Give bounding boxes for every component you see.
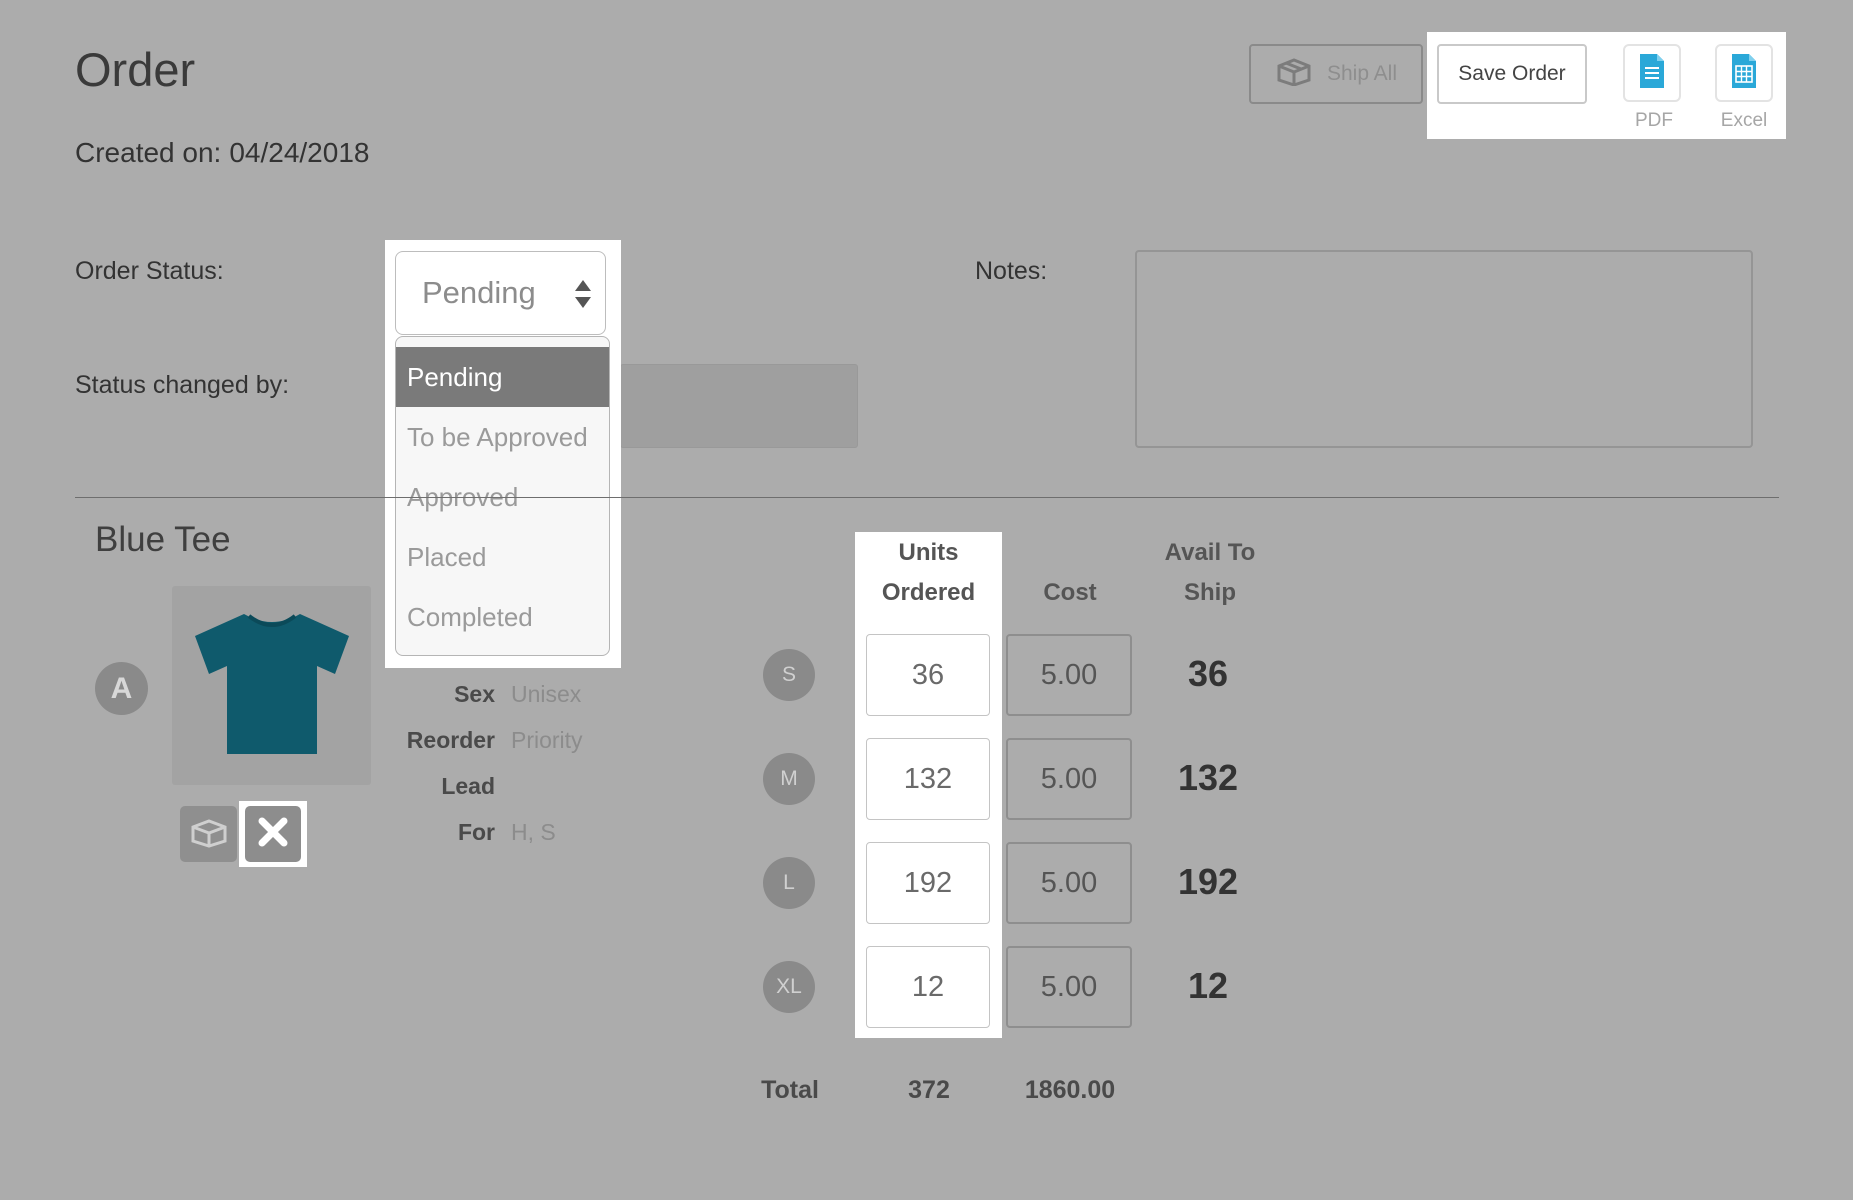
status-changed-label: Status changed by: bbox=[75, 371, 290, 399]
order-status-select[interactable]: Pending bbox=[395, 251, 606, 335]
page-title: Order bbox=[75, 43, 196, 96]
units-header-line2: Ordered bbox=[881, 579, 976, 606]
cost-field-xl[interactable]: 5.00 bbox=[1006, 946, 1132, 1028]
created-date: 04/24/2018 bbox=[229, 137, 370, 168]
size-badge-xl: XL bbox=[763, 961, 815, 1013]
status-option-to-be-approved[interactable]: To be Approved bbox=[396, 407, 609, 467]
attr-for-value: H, S bbox=[511, 819, 556, 845]
excel-label: Excel bbox=[1720, 110, 1768, 131]
status-changed-field bbox=[620, 364, 858, 448]
pdf-label: PDF bbox=[1635, 110, 1673, 131]
size-badge-s: S bbox=[763, 649, 815, 701]
ship-box-icon bbox=[1275, 56, 1313, 92]
status-select-value: Pending bbox=[422, 275, 536, 310]
close-icon bbox=[256, 815, 290, 854]
status-option-placed[interactable]: Placed bbox=[396, 527, 609, 587]
pdf-export-button[interactable] bbox=[1623, 44, 1681, 102]
avail-value-m: 132 bbox=[1177, 757, 1239, 798]
units-header-line1: Units bbox=[898, 539, 959, 566]
pdf-document-icon bbox=[1637, 51, 1667, 96]
order-status-label: Order Status: bbox=[75, 257, 224, 285]
remove-item-button[interactable] bbox=[245, 806, 301, 862]
ship-all-label: Ship All bbox=[1326, 62, 1398, 85]
units-input-s[interactable]: 36 bbox=[866, 634, 990, 716]
avail-value-l: 192 bbox=[1177, 861, 1239, 902]
attr-for-label: For bbox=[457, 819, 495, 845]
excel-export-button[interactable] bbox=[1715, 44, 1773, 102]
units-input-l[interactable]: 192 bbox=[866, 842, 990, 924]
notes-textarea[interactable] bbox=[1135, 250, 1753, 448]
save-order-button[interactable]: Save Order bbox=[1437, 44, 1587, 104]
cost-field-s[interactable]: 5.00 bbox=[1006, 634, 1132, 716]
units-input-m[interactable]: 132 bbox=[866, 738, 990, 820]
size-badge-m: M bbox=[763, 753, 815, 805]
total-label: Total bbox=[761, 1076, 819, 1104]
attr-reorder-label: Reorder bbox=[406, 727, 495, 753]
status-dropdown-menu: Pending To be Approved Approved Placed C… bbox=[395, 336, 610, 656]
avail-header-line1: Avail To bbox=[1164, 539, 1256, 566]
select-arrows-icon bbox=[573, 278, 593, 318]
ship-all-button[interactable]: Ship All bbox=[1249, 44, 1423, 104]
notes-label: Notes: bbox=[975, 257, 1048, 285]
section-divider bbox=[75, 497, 1779, 498]
product-name: Blue Tee bbox=[95, 520, 231, 559]
avail-value-s: 36 bbox=[1187, 653, 1229, 694]
total-units: 372 bbox=[908, 1076, 950, 1104]
attr-sex-label: Sex bbox=[454, 681, 495, 707]
attr-reorder-value: Priority bbox=[511, 727, 583, 753]
created-on: Created on: 04/24/2018 bbox=[75, 137, 369, 169]
cost-field-m[interactable]: 5.00 bbox=[1006, 738, 1132, 820]
cost-header: Cost bbox=[1043, 579, 1097, 606]
ship-item-button[interactable] bbox=[180, 806, 237, 862]
units-input-xl[interactable]: 12 bbox=[866, 946, 990, 1028]
status-option-pending[interactable]: Pending bbox=[396, 347, 609, 407]
created-label: Created on: bbox=[75, 137, 222, 168]
avail-to-ship-header: Avail To Ship bbox=[1150, 533, 1270, 613]
avail-value-xl: 12 bbox=[1187, 965, 1229, 1006]
product-badge: A bbox=[95, 662, 148, 715]
ship-box-icon bbox=[189, 816, 229, 853]
cost-field-l[interactable]: 5.00 bbox=[1006, 842, 1132, 924]
spreadsheet-icon bbox=[1729, 51, 1759, 96]
attr-lead-label: Lead bbox=[441, 773, 495, 799]
units-ordered-header: Units Ordered bbox=[855, 533, 1002, 613]
avail-header-line2: Ship bbox=[1184, 579, 1236, 606]
attr-sex-value: Unisex bbox=[511, 681, 582, 707]
status-option-completed[interactable]: Completed bbox=[396, 587, 609, 647]
total-cost: 1860.00 bbox=[1024, 1076, 1116, 1104]
size-badge-l: L bbox=[763, 857, 815, 909]
